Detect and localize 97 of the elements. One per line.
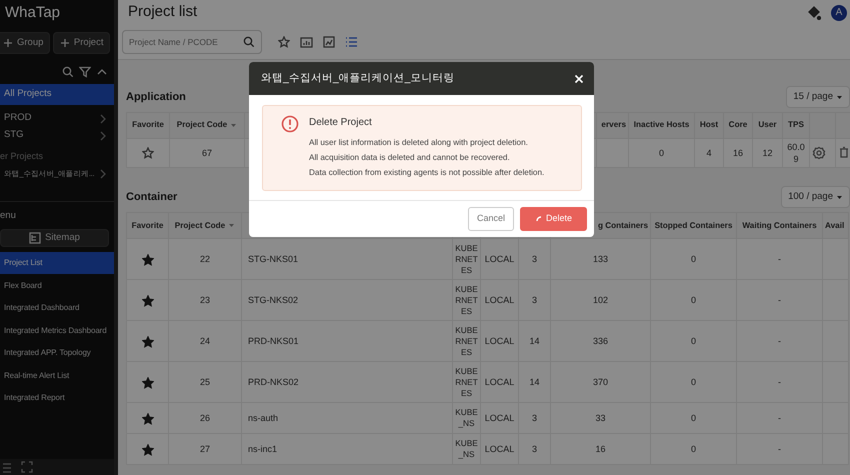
table-cell: 12 <box>752 138 782 168</box>
group-label: er Projects <box>0 150 44 163</box>
logo-text: WhaTap <box>4 3 62 23</box>
table-cell: LOCAL <box>480 280 518 321</box>
table-cell: KUBE_NS <box>452 434 480 465</box>
column-header[interactable]: Stopped Containers <box>650 212 736 239</box>
table-cell: 0 <box>650 320 736 362</box>
table-cell: 16 <box>724 138 752 168</box>
table-cell: KUBERNETES <box>452 320 480 362</box>
table-cell: STG-NKS01 <box>242 238 452 280</box>
table-cell: PRD-NKS01 <box>242 320 452 362</box>
table-cell: 0 <box>650 434 736 465</box>
alert-message: All acquisition data is deleted and cannot be recovered. <box>309 152 511 164</box>
table-cell: PRD-NKS02 <box>242 362 452 403</box>
table-cell: - <box>736 402 822 434</box>
menu-item[interactable]: Integrated APP. Topology <box>0 342 114 364</box>
column-header[interactable]: Favorite <box>126 112 170 138</box>
column-header[interactable]: ervers <box>596 112 628 138</box>
alert-title: Delete Project <box>309 116 373 130</box>
table-cell: KUBE_NS <box>452 402 480 434</box>
add-project-button[interactable]: Project <box>52 32 110 54</box>
add-group-button[interactable]: Group <box>0 32 50 54</box>
table-cell: STG-NKS02 <box>242 280 452 321</box>
table-cell: 102 <box>550 280 650 321</box>
table-cell: 0 <box>650 280 736 321</box>
table-cell: 24 <box>168 320 242 362</box>
table-cell: 22 <box>168 238 242 280</box>
table-cell: 3 <box>518 280 550 321</box>
column-header[interactable]: TPS <box>782 112 810 138</box>
delete-button[interactable]: Delete <box>520 207 587 230</box>
menu-item[interactable]: Project List <box>0 252 114 274</box>
table-cell: 60.09 <box>782 138 810 168</box>
section-title: Application <box>126 90 186 105</box>
menu-item[interactable]: Integrated Metrics Dashboard <box>0 319 114 342</box>
project-group-item[interactable]: All Projects <box>0 84 114 105</box>
table-cell: KUBERNETES <box>452 280 480 321</box>
column-header[interactable]: Inactive Hosts <box>628 112 694 138</box>
project-group-item[interactable]: PROD <box>0 110 114 127</box>
table-cell: 0 <box>650 402 736 434</box>
table-cell: 336 <box>550 320 650 362</box>
table-cell: 4 <box>694 138 724 168</box>
table-cell: 23 <box>168 280 242 321</box>
table-cell: LOCAL <box>480 362 518 403</box>
table-cell: 14 <box>518 320 550 362</box>
menu-item[interactable]: Integrated Report <box>0 386 114 410</box>
table-cell: KUBERNETES <box>452 362 480 403</box>
column-header[interactable]: Waiting Containers <box>736 212 822 239</box>
column-header[interactable]: Avail <box>822 212 848 239</box>
table-cell: ns-auth <box>242 402 452 434</box>
table-cell: 3 <box>518 238 550 280</box>
section-title: Container <box>126 190 178 206</box>
column-header[interactable]: Project Code <box>170 112 244 138</box>
table-cell: KUBERNETES <box>452 238 480 280</box>
table-cell: 133 <box>550 238 650 280</box>
table-cell: - <box>736 434 822 465</box>
column-header[interactable]: Core <box>724 112 752 138</box>
table-cell: LOCAL <box>480 434 518 465</box>
alert-message: All user list information is deleted along with project deletion. <box>309 137 529 149</box>
page-size-dropdown[interactable]: 100 / page <box>781 186 850 208</box>
table-cell: - <box>736 238 822 280</box>
menu-item[interactable]: Real-time Alert List <box>0 364 114 387</box>
search-field[interactable]: Project Name / PCODE <box>122 30 262 54</box>
table-cell: 33 <box>550 402 650 434</box>
table-cell: 16 <box>550 434 650 465</box>
menu-label: enu <box>0 208 17 222</box>
table-cell: LOCAL <box>480 238 518 280</box>
table-cell: ns-inc1 <box>242 434 452 465</box>
cancel-button[interactable]: Cancel <box>468 207 514 230</box>
table-cell: 0 <box>650 362 736 403</box>
dialog-title: 와탭_수집서버_애플리케이션_모니터링 <box>261 70 455 86</box>
table-cell: 67 <box>170 138 244 168</box>
table-cell: 25 <box>168 362 242 403</box>
alert-message: Data collection from existing agents is not possible after deletion. <box>309 167 544 179</box>
column-header[interactable]: Host <box>694 112 724 138</box>
avatar[interactable]: A <box>831 4 847 20</box>
table-cell: - <box>736 280 822 321</box>
menu-item[interactable]: Integrated Dashboard <box>0 296 114 320</box>
table-cell: 14 <box>518 362 550 403</box>
table-cell: - <box>736 362 822 403</box>
table-cell: LOCAL <box>480 402 518 434</box>
column-header[interactable]: Project Code <box>168 212 242 239</box>
table-cell: 0 <box>628 138 694 168</box>
project-group-item[interactable]: STG <box>0 127 114 144</box>
menu-item[interactable]: Flex Board <box>0 274 114 297</box>
column-header[interactable]: Favorite <box>126 212 168 239</box>
table-cell: 370 <box>550 362 650 403</box>
page-title: Project list <box>128 2 198 22</box>
table-cell: 3 <box>518 434 550 465</box>
table-cell: 3 <box>518 402 550 434</box>
table-cell: LOCAL <box>480 320 518 362</box>
page-size-dropdown[interactable]: 15 / page <box>786 86 850 108</box>
table-cell: 26 <box>168 402 242 434</box>
table-cell: 27 <box>168 434 242 465</box>
column-header[interactable]: User <box>752 112 782 138</box>
table-cell: - <box>736 320 822 362</box>
table-cell: 0 <box>650 238 736 280</box>
sitemap-button[interactable]: Sitemap <box>0 228 109 247</box>
